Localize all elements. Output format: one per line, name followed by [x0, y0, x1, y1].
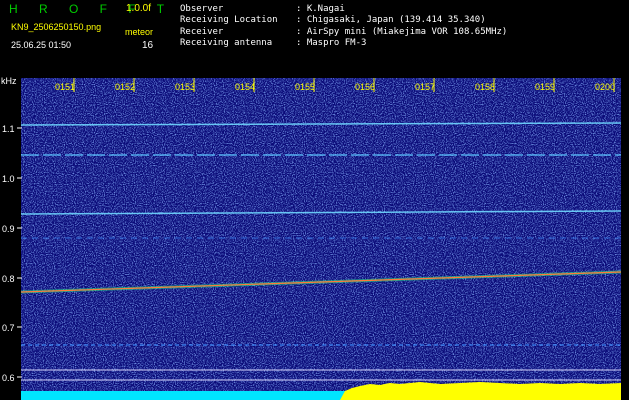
y-tick-label: 1.0: [2, 174, 15, 184]
level-bar: [340, 382, 621, 400]
y-tick-label: 0.6: [2, 373, 15, 383]
x-tick-label: 0154: [235, 82, 256, 92]
x-tick-label: 0156: [355, 82, 376, 92]
x-tick-label: 0158: [475, 82, 496, 92]
y-tick-label: 1.1: [2, 124, 15, 134]
x-tick-label: 0152: [115, 82, 136, 92]
spectrogram: [17, 78, 622, 400]
x-tick-label: 0159: [535, 82, 556, 92]
x-tick-label: 0200: [595, 82, 616, 92]
y-tick-label: 0.8: [2, 274, 15, 284]
x-tick-label: 0151: [55, 82, 76, 92]
x-tick-label: 0157: [415, 82, 436, 92]
y-tick-label: 0.7: [2, 323, 15, 333]
y-tick-label: 0.9: [2, 224, 15, 234]
x-tick-label: 0153: [175, 82, 196, 92]
x-tick-label: 0155: [295, 82, 316, 92]
